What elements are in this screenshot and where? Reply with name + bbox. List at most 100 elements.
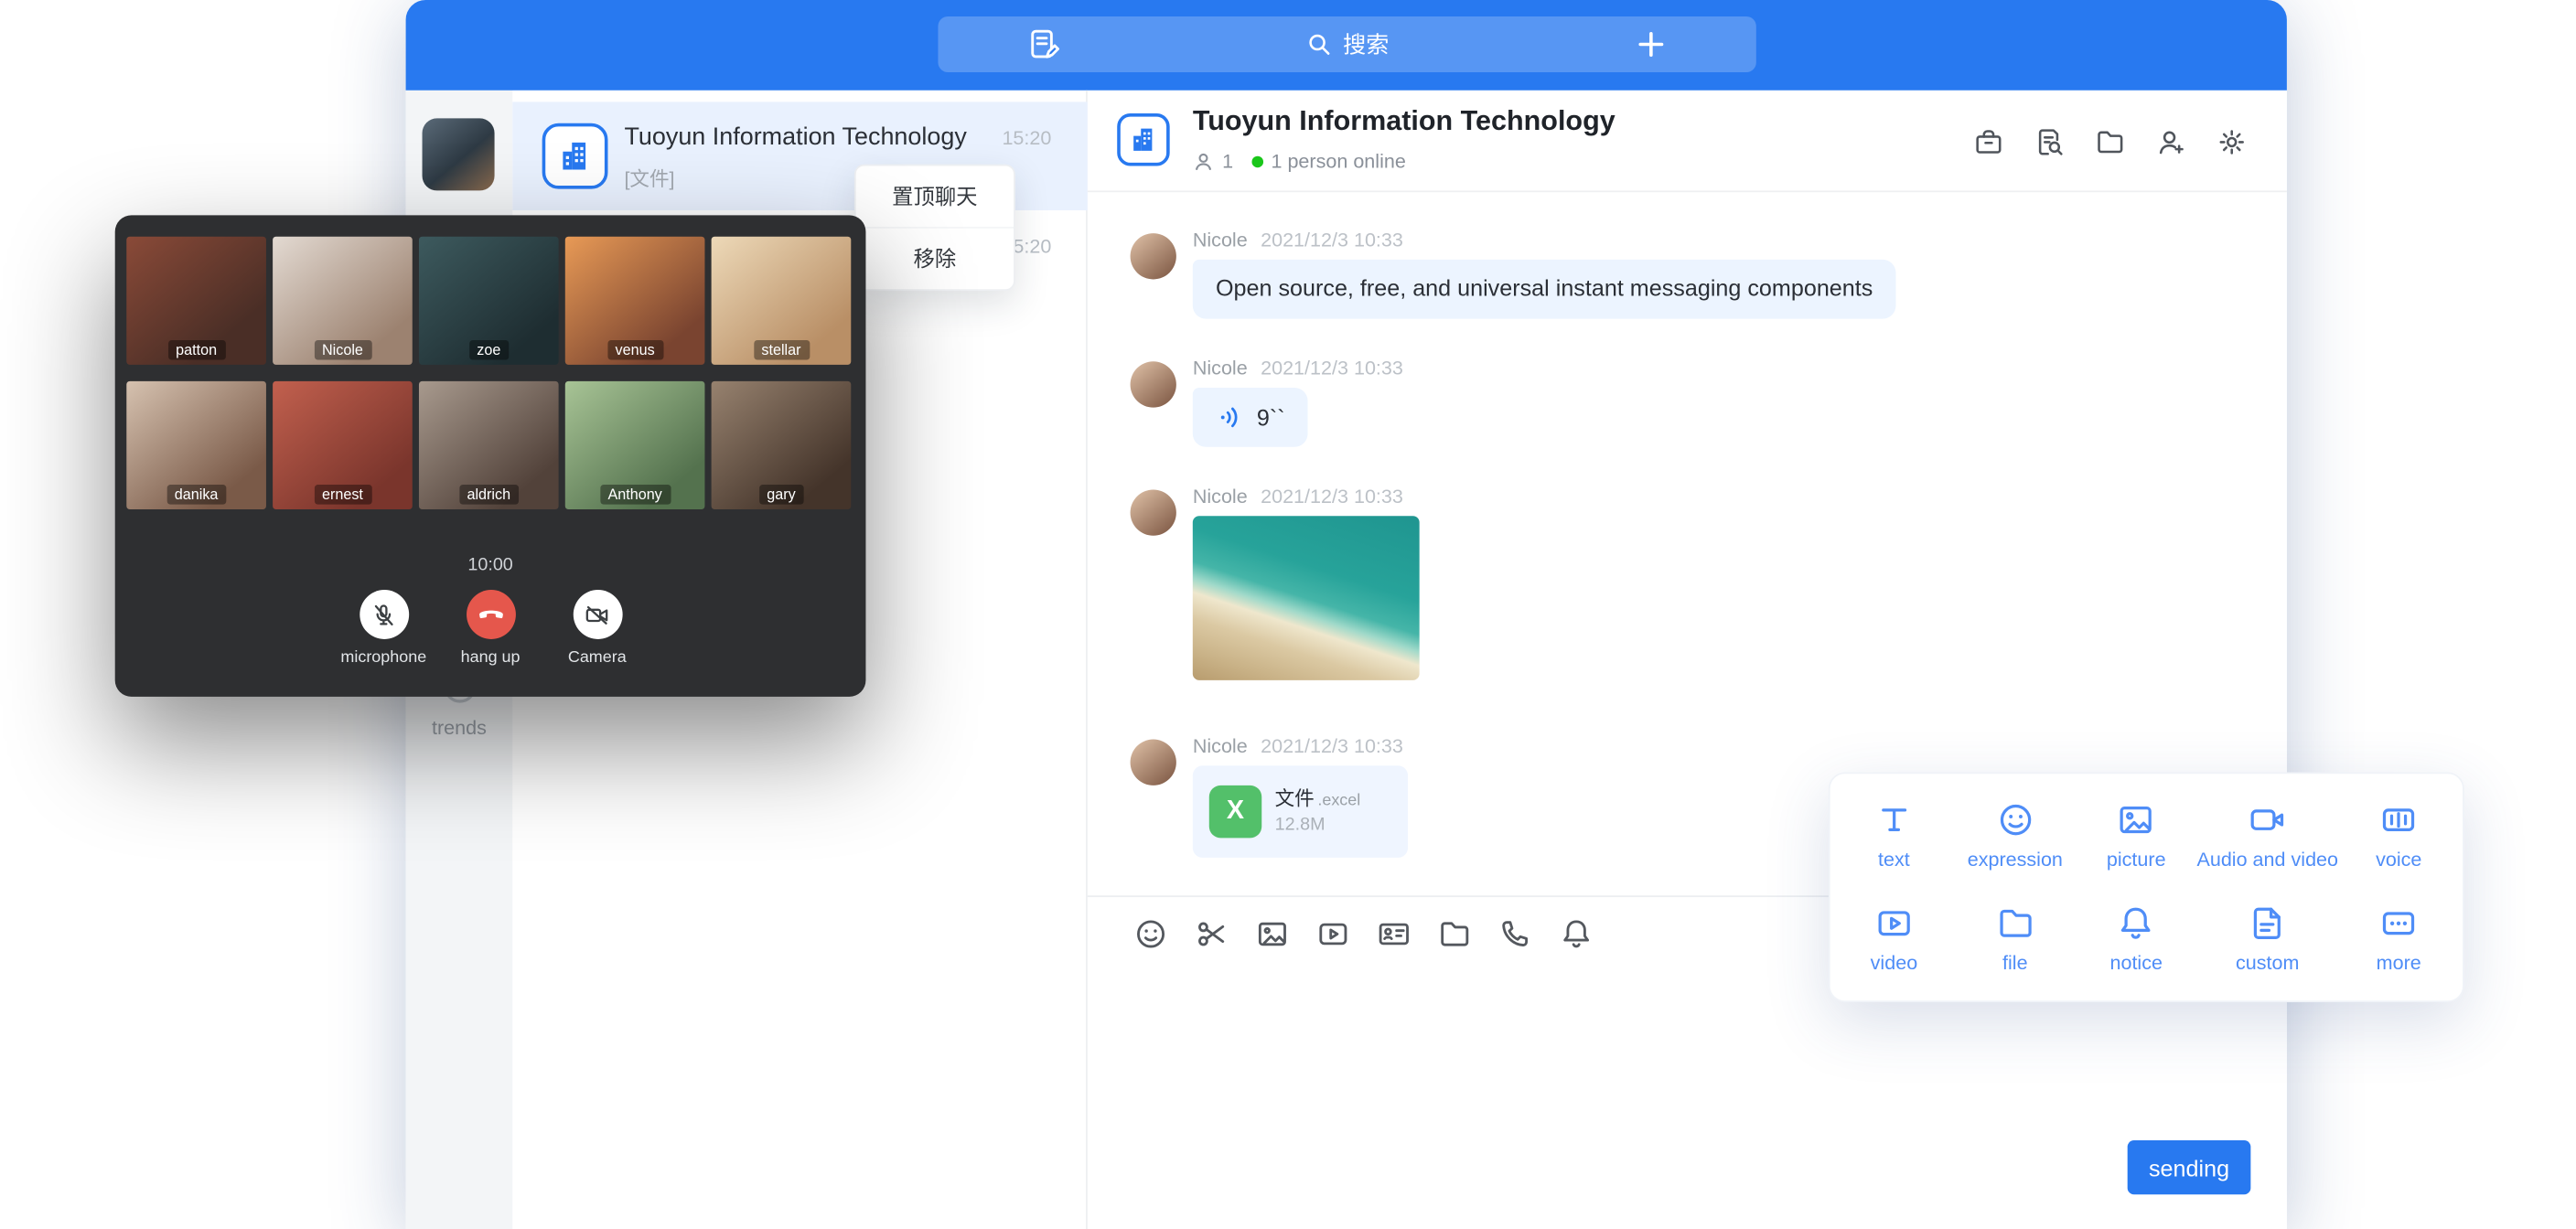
voice-message-bubble[interactable]: 9``: [1193, 388, 1308, 447]
message-meta: Nicole2021/12/3 10:33: [1193, 357, 1403, 379]
feature-notice[interactable]: notice: [2076, 887, 2196, 990]
feature-custom[interactable]: custom: [2196, 887, 2338, 990]
add-button[interactable]: [1635, 28, 1668, 61]
message-text: Open source, free, and universal instant…: [1216, 274, 1873, 301]
expression-icon: [1995, 800, 2034, 839]
audio-video-icon: [2248, 800, 2287, 839]
profile-avatar[interactable]: [423, 118, 495, 190]
video-icon: [1316, 917, 1351, 952]
feature-audio-video[interactable]: Audio and video: [2196, 784, 2338, 887]
participant-name: danika: [166, 485, 227, 505]
image-message-beach[interactable]: [1193, 516, 1420, 680]
more-icon: [2379, 903, 2419, 943]
feature-video[interactable]: video: [1833, 887, 1954, 990]
participant-tile[interactable]: aldrich: [419, 381, 559, 509]
notice-button[interactable]: [1559, 917, 1594, 952]
chat-history-search-button[interactable]: [2034, 126, 2065, 157]
sender-name: Nicole: [1193, 485, 1248, 508]
menu-item-pin-chat[interactable]: 置顶聊天: [856, 166, 1014, 226]
building-icon: [557, 138, 594, 175]
participant-tile[interactable]: patton: [126, 237, 266, 365]
feature-picture[interactable]: picture: [2076, 784, 2196, 887]
participant-name: patton: [167, 340, 225, 360]
file-extension: .excel: [1317, 792, 1360, 810]
excel-file-icon: X: [1209, 785, 1261, 838]
search-bar[interactable]: 搜索: [938, 16, 1755, 72]
participant-name: Anthony: [599, 485, 670, 505]
chat-title: Tuoyun Information Technology: [1193, 105, 1615, 138]
search-document-icon: [2034, 126, 2065, 157]
conversation-last-message: [文件]: [624, 165, 674, 193]
screenshot-button[interactable]: [1195, 917, 1229, 952]
app-header: 搜索: [406, 0, 2287, 91]
participant-tile[interactable]: gary: [712, 381, 852, 509]
participant-tile[interactable]: stellar: [712, 237, 852, 365]
plus-icon: [1635, 28, 1668, 61]
online-dot: [1251, 155, 1263, 167]
message-avatar[interactable]: [1131, 361, 1176, 407]
hangup-button[interactable]: hang up: [441, 590, 540, 667]
add-member-icon: [2155, 126, 2186, 157]
voice-duration: 9``: [1257, 404, 1285, 431]
send-file-button[interactable]: [1437, 917, 1472, 952]
send-image-button[interactable]: [1255, 917, 1290, 952]
video-play-icon: [1874, 903, 1914, 943]
call-button[interactable]: [1498, 917, 1533, 952]
camera-off-icon: [584, 601, 612, 629]
message-time: 2021/12/3 10:33: [1261, 485, 1403, 508]
image-icon: [1255, 917, 1290, 952]
participant-tile[interactable]: zoe: [419, 237, 559, 365]
group-files-button[interactable]: [2095, 126, 2126, 157]
mic-off-icon: [370, 601, 398, 629]
bell-icon: [1559, 917, 1594, 952]
sender-name: Nicole: [1193, 229, 1248, 251]
message-avatar[interactable]: [1131, 489, 1176, 535]
participant-name: aldrich: [458, 485, 519, 505]
group-avatar: [1117, 113, 1169, 166]
member-count: 1: [1222, 150, 1233, 173]
feature-expression[interactable]: expression: [1955, 784, 2076, 887]
storage-box-button[interactable]: [1973, 126, 2004, 157]
screen: 搜索 trends: [0, 0, 2576, 1229]
message-avatar[interactable]: [1131, 233, 1176, 279]
add-member-button[interactable]: [2155, 126, 2186, 157]
participant-name: Nicole: [314, 340, 371, 360]
company-avatar: [542, 123, 608, 189]
participant-tile[interactable]: Nicole: [273, 237, 413, 365]
conversation-title: Tuoyun Information Technology: [624, 123, 966, 152]
conversation-time: 15:20: [1002, 126, 1051, 149]
file-name: 文件.excel: [1275, 784, 1361, 812]
participant-tile[interactable]: venus: [565, 237, 705, 365]
feature-file[interactable]: file: [1955, 887, 2076, 990]
feature-voice[interactable]: voice: [2338, 784, 2459, 887]
send-video-button[interactable]: [1316, 917, 1351, 952]
camera-button[interactable]: Camera: [548, 590, 647, 667]
id-card-icon: [1377, 917, 1411, 952]
online-status: 1 person online: [1271, 150, 1405, 173]
microphone-button[interactable]: microphone: [334, 590, 433, 667]
call-timer: 10:00: [115, 555, 866, 575]
send-card-button[interactable]: [1377, 917, 1411, 952]
folder-icon: [2095, 126, 2126, 157]
sender-name: Nicole: [1193, 734, 1248, 757]
menu-item-remove[interactable]: 移除: [856, 227, 1014, 289]
feature-more[interactable]: more: [2338, 887, 2459, 990]
participant-tile[interactable]: Anthony: [565, 381, 705, 509]
feature-text[interactable]: text: [1833, 784, 1954, 887]
participant-name: venus: [607, 340, 663, 360]
message-meta: Nicole2021/12/3 10:33: [1193, 229, 1403, 251]
emoji-button[interactable]: [1133, 917, 1168, 952]
settings-button[interactable]: [2216, 126, 2248, 157]
phone-icon: [1498, 917, 1533, 952]
message-avatar[interactable]: [1131, 740, 1176, 785]
participant-tile[interactable]: ernest: [273, 381, 413, 509]
file-message-card[interactable]: X 文件.excel 12.8M: [1193, 765, 1408, 858]
chat-meta: 1 1 person online: [1193, 150, 1406, 173]
hangup-label: hang up: [461, 649, 521, 668]
chat-actions: [1973, 126, 2248, 157]
participant-tile[interactable]: danika: [126, 381, 266, 509]
text-message-bubble: Open source, free, and universal instant…: [1193, 260, 1896, 319]
settings-gear-icon: [2216, 126, 2248, 157]
send-button[interactable]: sending: [2128, 1140, 2251, 1194]
picture-icon: [2117, 800, 2156, 839]
